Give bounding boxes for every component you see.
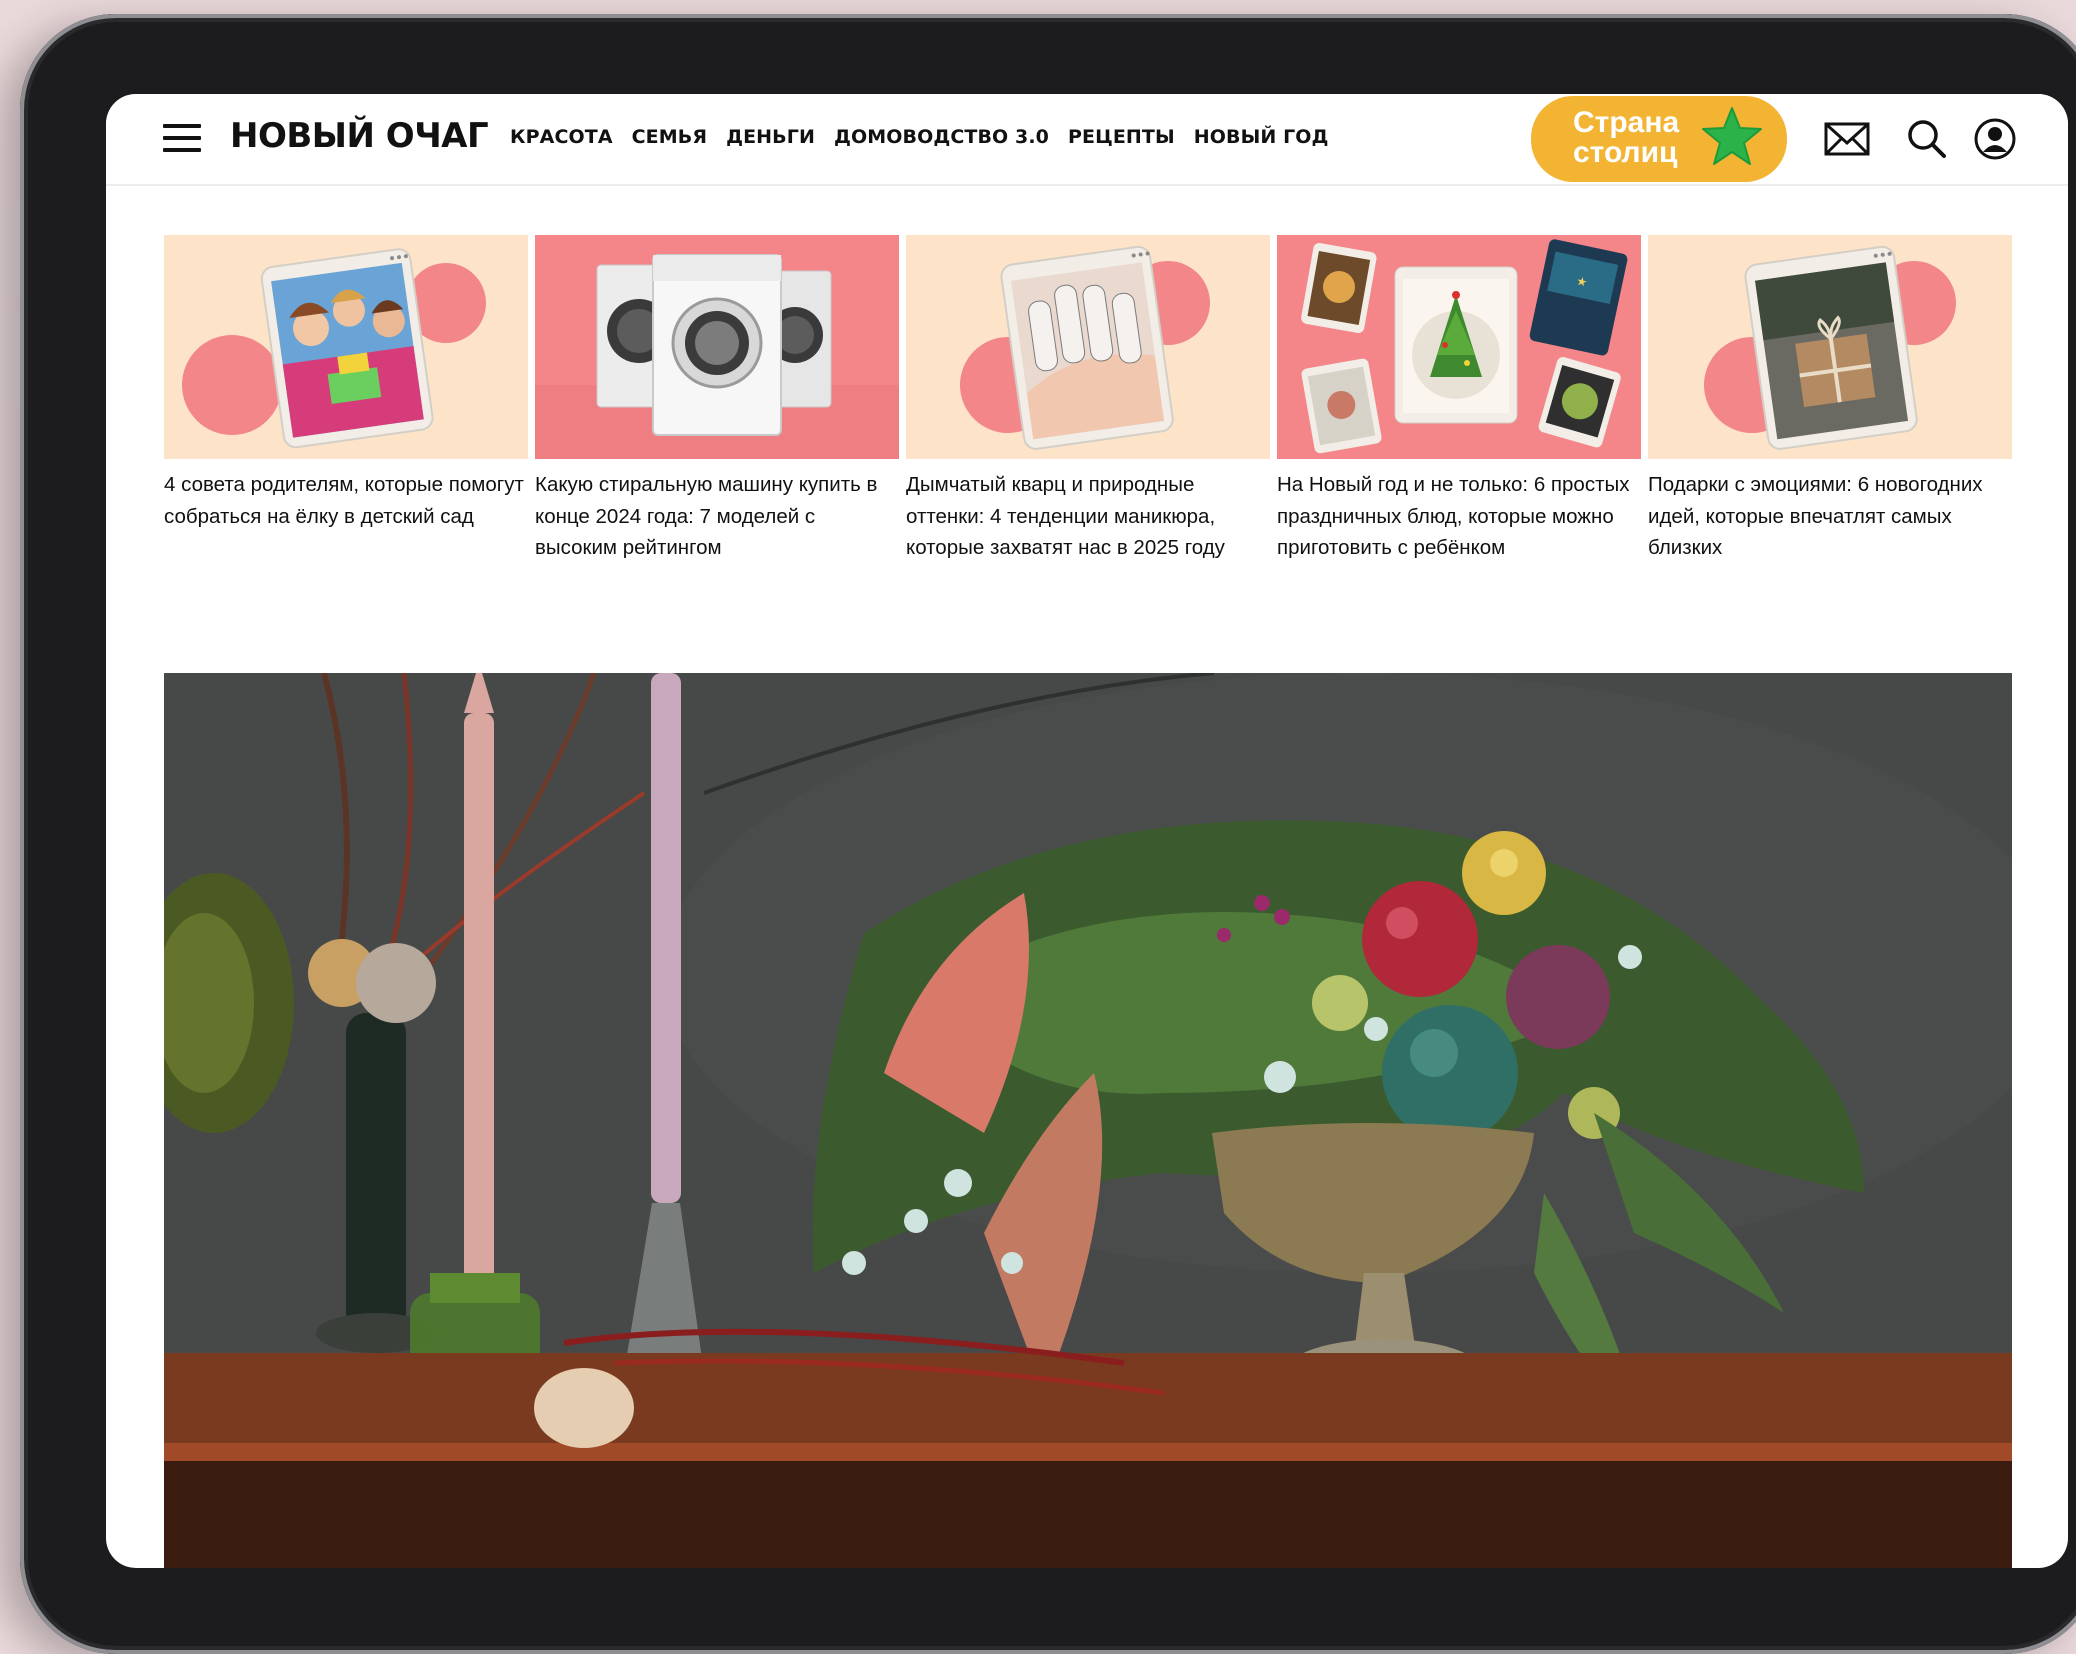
search-icon[interactable] [1904,116,1950,162]
promo-line-2: столиц [1573,136,1678,169]
article-card[interactable]: Дымчатый кварц и природные оттенки: 4 те… [906,235,1270,564]
article-title[interactable]: Подарки с эмоциями: 6 новогодних идей, к… [1648,469,2012,564]
article-title[interactable]: Какую стиральную машину купить в конце 2… [535,469,899,564]
user-icon[interactable] [1972,116,2018,162]
nav-item-new-year[interactable]: НОВЫЙ ГОД [1194,126,1329,148]
nav-item-money[interactable]: ДЕНЬГИ [726,126,815,148]
main-nav: КРАСОТА СЕМЬЯ ДЕНЬГИ ДОМОВОДСТВО 3.0 РЕЦ… [510,126,1329,148]
tablet-frame: НОВЫЙ ОЧАГ КРАСОТА СЕМЬЯ ДЕНЬГИ ДОМОВОДС… [14,14,2076,1654]
site-header: НОВЫЙ ОЧАГ КРАСОТА СЕМЬЯ ДЕНЬГИ ДОМОВОДС… [106,94,2068,186]
article-thumbnail[interactable] [164,235,528,459]
browser-viewport: НОВЫЙ ОЧАГ КРАСОТА СЕМЬЯ ДЕНЬГИ ДОМОВОДС… [106,94,2068,1568]
volume-button [14,204,20,294]
article-thumbnail[interactable] [1648,235,2012,459]
promo-line-1: Страна [1573,106,1680,139]
article-card[interactable]: 4 совета родителям, которые помогут собр… [164,235,528,532]
article-card[interactable]: ★ На Новый год и не только: 6 простых пр… [1277,235,1641,564]
article-thumbnail[interactable] [535,235,899,459]
hero-image[interactable] [164,673,2012,1568]
article-title[interactable]: Дымчатый кварц и природные оттенки: 4 те… [906,469,1270,564]
promo-button[interactable]: Страна столиц [1531,96,1787,182]
article-thumbnail[interactable]: ★ [1277,235,1641,459]
article-card[interactable]: Какую стиральную машину купить в конце 2… [535,235,899,564]
nav-item-beauty[interactable]: КРАСОТА [510,126,613,148]
article-card[interactable]: Подарки с эмоциями: 6 новогодних идей, к… [1648,235,2012,564]
nav-item-family[interactable]: СЕМЬЯ [632,126,707,148]
star-icon [1702,107,1762,165]
mail-icon[interactable] [1824,116,1870,162]
hero-illustration [164,673,2012,1568]
menu-icon[interactable] [163,124,201,154]
article-thumbnail[interactable] [906,235,1270,459]
article-title[interactable]: На Новый год и не только: 6 простых праз… [1277,469,1641,564]
article-title[interactable]: 4 совета родителям, которые помогут собр… [164,469,528,532]
nav-item-housekeeping[interactable]: ДОМОВОДСТВО 3.0 [834,126,1049,148]
nav-item-recipes[interactable]: РЕЦЕПТЫ [1068,126,1175,148]
site-logo[interactable]: НОВЫЙ ОЧАГ [230,116,489,156]
volume-button-2 [14,314,20,404]
